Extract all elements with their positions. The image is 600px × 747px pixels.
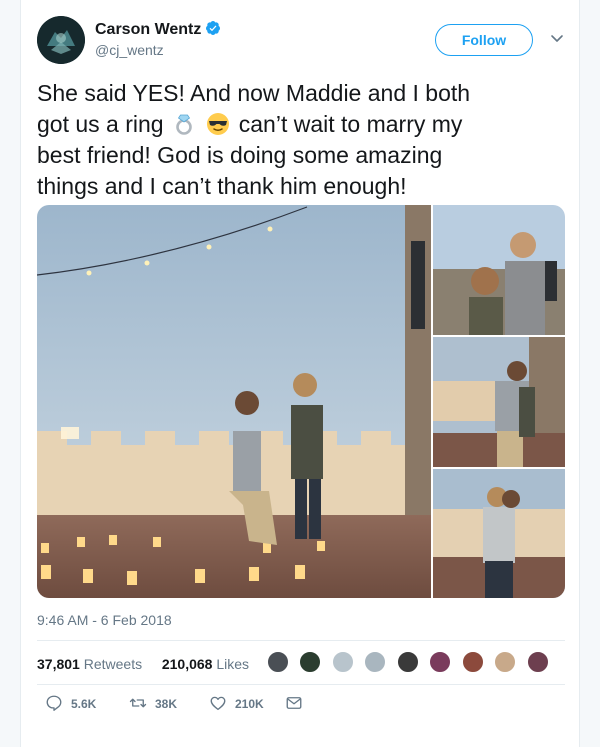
user-info: Carson Wentz @cj_wentz (95, 20, 221, 58)
follow-button[interactable]: Follow (435, 24, 533, 56)
liker-avatar[interactable] (267, 651, 289, 673)
liker-avatar[interactable] (429, 651, 452, 673)
liker-avatar[interactable] (461, 651, 484, 673)
couple-portrait-photo (433, 205, 565, 335)
message-icon (286, 697, 302, 709)
liker-avatar[interactable] (526, 651, 549, 673)
like-count: 210K (235, 697, 264, 711)
photo-thumbnail[interactable] (433, 337, 565, 467)
direct-message-button[interactable] (285, 694, 311, 714)
retweet-count: 38K (155, 697, 178, 711)
liker-avatar[interactable] (396, 651, 419, 673)
tweet-text-line: got us a ring can’t wait to marry my (37, 109, 567, 140)
avatar-image (37, 16, 85, 64)
liker-avatars (267, 651, 555, 675)
user-handle[interactable]: @cj_wentz (95, 42, 221, 58)
retweet-button[interactable]: 38K (129, 694, 177, 714)
retweet-icon (129, 698, 147, 708)
liker-avatar[interactable] (299, 651, 322, 673)
display-name[interactable]: Carson Wentz (95, 21, 201, 38)
tweet-timestamp[interactable]: 9:46 AM - 6 Feb 2018 (37, 612, 172, 628)
tweet-text-line: best friend! God is doing some amazing (37, 142, 443, 168)
retweets-label[interactable]: Retweets (84, 656, 142, 672)
engagement-stats: 37,801 Retweets 210,068 Likes (37, 652, 249, 676)
photo-thumbnail[interactable] (433, 205, 565, 335)
reply-button[interactable]: 5.6K (45, 694, 96, 714)
sunglasses-emoji (207, 113, 230, 135)
reply-count: 5.6K (71, 697, 97, 711)
ring-emoji (176, 114, 192, 135)
main-photo[interactable] (37, 205, 431, 598)
tweet-card: Carson Wentz @cj_wentz Follow She said Y… (20, 0, 580, 747)
tweet-text-segment: can’t wait to marry my (238, 111, 463, 137)
couple-embrace-photo (433, 469, 565, 598)
liker-avatar[interactable] (494, 651, 517, 673)
proposal-photo (37, 205, 431, 598)
liker-avatar[interactable] (364, 651, 387, 673)
retweets-count[interactable]: 37,801 (37, 656, 80, 672)
likes-count[interactable]: 210,068 (162, 656, 213, 672)
tweet-text-line: She said YES! And now Maddie and I both (37, 80, 471, 106)
divider (37, 640, 565, 641)
liker-avatar[interactable] (331, 651, 354, 673)
couple-hug-photo (433, 337, 565, 467)
divider (37, 684, 565, 685)
avatar[interactable] (37, 16, 85, 64)
media-grid (37, 205, 565, 598)
like-button[interactable]: 210K (209, 694, 264, 714)
reply-icon (46, 695, 62, 711)
likes-label[interactable]: Likes (216, 656, 249, 672)
tweet-text-segment: got us a ring (37, 111, 164, 137)
verified-badge-icon (206, 21, 221, 35)
chevron-down-icon[interactable] (549, 30, 565, 46)
photo-thumbnail[interactable] (433, 469, 565, 598)
tweet-text-line: things and I can’t thank him enough! (37, 173, 407, 199)
tweet-text: She said YES! And now Maddie and I both … (37, 78, 567, 202)
tweet-header: Carson Wentz @cj_wentz Follow (21, 0, 581, 70)
like-icon (210, 696, 226, 711)
